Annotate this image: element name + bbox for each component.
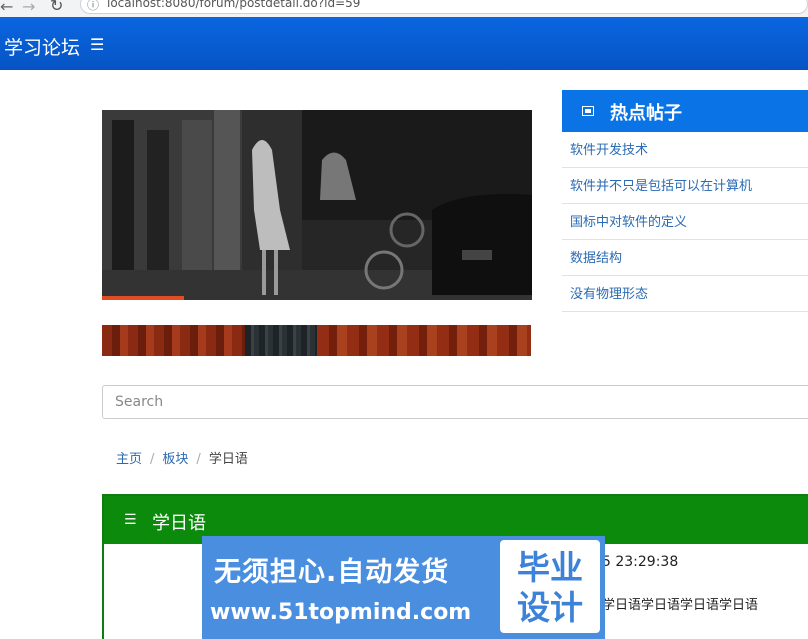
hot-posts-title: 热点帖子 xyxy=(610,103,682,124)
search-input[interactable] xyxy=(102,385,808,419)
brand-logo-text[interactable]: 学习论坛 xyxy=(4,33,80,60)
carousel-thumbnail[interactable] xyxy=(245,325,317,356)
watermark-banner: 无须担心.自动发货 www.51topmind.com 毕业设计 xyxy=(202,536,605,639)
picture-icon xyxy=(582,106,594,116)
hot-posts-panel: 热点帖子 软件开发技术 软件并不只是包括可以在计算机 国标中对软件的定义 数据结… xyxy=(562,90,808,320)
list-icon: ☰ xyxy=(124,512,137,528)
list-item: 国标中对软件的定义 xyxy=(562,204,808,240)
browser-toolbar: ← → ↻ ⓘ localhost:8080/forum/postdetail.… xyxy=(0,0,808,18)
hot-post-link[interactable]: 软件开发技术 xyxy=(570,143,648,158)
breadcrumb-separator: / xyxy=(150,452,155,467)
list-item: 软件开发技术 xyxy=(562,132,808,168)
watermark-text-area: 无须担心.自动发货 www.51topmind.com xyxy=(202,536,498,639)
list-item: 数据结构 xyxy=(562,240,808,276)
carousel-progress-bar xyxy=(102,296,184,300)
board-title: 学日语 xyxy=(152,513,206,534)
hot-post-link[interactable]: 数据结构 xyxy=(570,251,622,266)
list-item: 没有物理形态 xyxy=(562,276,808,312)
post-content: 学日语学日语学日语学日语 xyxy=(602,598,759,613)
reload-icon[interactable]: ↻ xyxy=(50,0,63,15)
image-carousel[interactable] xyxy=(102,110,532,300)
watermark-badge: 毕业设计 xyxy=(500,540,600,633)
breadcrumb: 主页 / 板块 / 学日语 xyxy=(116,448,248,467)
carousel-thumbnails xyxy=(102,325,531,356)
hot-posts-list: 软件开发技术 软件并不只是包括可以在计算机 国标中对软件的定义 数据结构 没有物… xyxy=(562,132,808,312)
address-bar[interactable]: ⓘ localhost:8080/forum/postdetail.do?id=… xyxy=(80,0,808,14)
breadcrumb-home-link[interactable]: 主页 xyxy=(116,452,142,467)
hot-post-link[interactable]: 软件并不只是包括可以在计算机 xyxy=(570,179,752,194)
breadcrumb-separator: / xyxy=(196,452,201,467)
hot-post-link[interactable]: 没有物理形态 xyxy=(570,287,648,302)
info-icon[interactable]: ⓘ xyxy=(87,0,99,13)
carousel-thumbnail[interactable] xyxy=(317,325,531,356)
hot-post-link[interactable]: 国标中对软件的定义 xyxy=(570,215,687,230)
app-header: 学习论坛 ☰ xyxy=(0,17,808,70)
hot-posts-header: 热点帖子 xyxy=(562,90,808,132)
breadcrumb-section-link[interactable]: 板块 xyxy=(162,452,188,467)
breadcrumb-current: 学日语 xyxy=(208,452,248,467)
watermark-url: www.51topmind.com xyxy=(210,600,472,625)
back-arrow-icon[interactable]: ← xyxy=(0,0,13,16)
url-text[interactable]: localhost:8080/forum/postdetail.do?id=59 xyxy=(107,0,360,10)
hamburger-menu-icon[interactable]: ☰ xyxy=(90,35,104,54)
watermark-slogan: 无须担心.自动发货 xyxy=(214,557,450,588)
forward-arrow-icon[interactable]: → xyxy=(22,0,35,16)
watermark-badge-text: 毕业设计 xyxy=(517,548,583,627)
list-item: 软件并不只是包括可以在计算机 xyxy=(562,168,808,204)
carousel-thumbnail[interactable] xyxy=(102,325,245,356)
carousel-image xyxy=(102,110,532,300)
post-timestamp: 5 23:29:38 xyxy=(602,554,679,570)
